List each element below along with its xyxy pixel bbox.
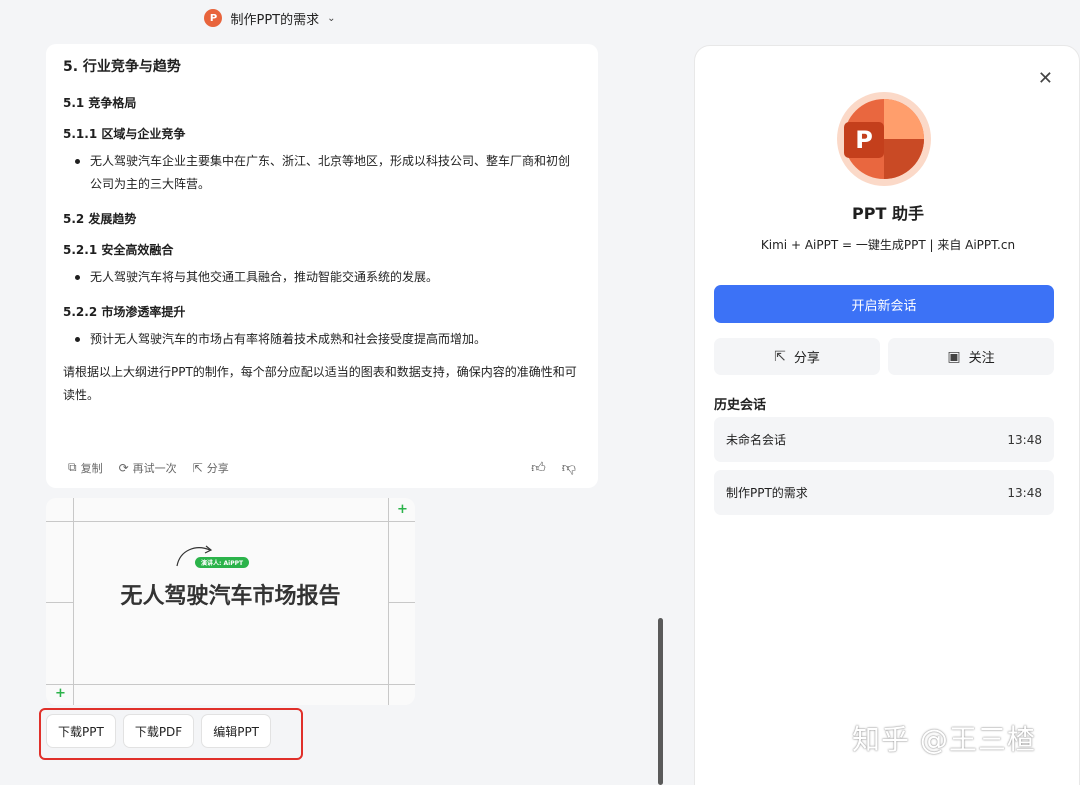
share-icon: ⇱ bbox=[192, 460, 203, 475]
history-label: 历史会话 bbox=[714, 398, 767, 413]
copy-button[interactable]: ⧉ 复制 bbox=[68, 460, 103, 476]
conversation-title: 制作PPT的需求 bbox=[230, 12, 320, 28]
thumbs-down-icon[interactable]: 👎︎ bbox=[562, 459, 576, 476]
plus-icon: + bbox=[55, 686, 66, 701]
bookmark-icon: ▣ bbox=[947, 348, 961, 365]
bullet-item: 无人驾驶汽车将与其他交通工具融合，推动智能交通系统的发展。 bbox=[63, 266, 581, 289]
scrollbar[interactable] bbox=[658, 618, 663, 785]
plus-icon: + bbox=[397, 502, 408, 517]
share-message-button[interactable]: ⇱ 分享 bbox=[193, 460, 229, 476]
history-item[interactable]: 制作PPT的需求 13:48 bbox=[714, 470, 1054, 515]
watermark: 知乎 @王三楂 bbox=[852, 723, 1036, 756]
section-heading: 5. 行业竞争与趋势 bbox=[63, 59, 181, 75]
history-item-title: 制作PPT的需求 bbox=[726, 486, 808, 500]
assistant-description: Kimi + AiPPT = 一键生成PPT | 来自 AiPPT.cn bbox=[760, 238, 1016, 252]
download-buttons: 下载PPT 下载PDF 编辑PPT bbox=[46, 714, 272, 748]
retry-button[interactable]: ⟳ 再试一次 bbox=[119, 460, 177, 476]
ppt-assistant-panel: ✕ P PPT 助手 Kimi + AiPPT = 一键生成PPT | 来自 A… bbox=[694, 45, 1080, 785]
presenter-tag: 演讲人: AiPPT bbox=[195, 557, 250, 568]
follow-button[interactable]: ▣ 关注 bbox=[888, 338, 1054, 375]
conversation-header: P 制作PPT的需求 ⌄ bbox=[0, 0, 680, 36]
history-item-time: 13:48 bbox=[1007, 432, 1042, 447]
history-item-time: 13:48 bbox=[1007, 485, 1042, 500]
closing-paragraph: 请根据以上大纲进行PPT的制作，每个部分应配以适当的图表和数据支持，确保内容的准… bbox=[63, 365, 577, 402]
download-pdf-button[interactable]: 下载PDF bbox=[122, 714, 195, 748]
slide-title: 无人驾驶汽车市场报告 bbox=[120, 584, 341, 609]
share-icon: ⇱ bbox=[774, 348, 786, 365]
slide-guide-line bbox=[46, 684, 415, 685]
subsection-heading: 5.2.1 安全高效融合 bbox=[63, 243, 174, 257]
powerpoint-icon: P bbox=[844, 122, 884, 158]
ppt-app-icon: P bbox=[204, 9, 223, 27]
ppt-slide-preview[interactable]: + + 演讲人: AiPPT 无人驾驶汽车市场报告 bbox=[46, 498, 415, 705]
share-assistant-button[interactable]: ⇱ 分享 bbox=[714, 338, 880, 375]
chevron-down-icon: ⌄ bbox=[327, 12, 336, 24]
subsection-heading: 5.1 竞争格局 bbox=[63, 96, 137, 110]
assistant-message: 5. 行业竞争与趋势 5.1 竞争格局 5.1.1 区域与企业竞争 无人驾驶汽车… bbox=[46, 44, 598, 488]
new-chat-button[interactable]: 开启新会话 bbox=[714, 285, 1054, 323]
refresh-icon: ⟳ bbox=[118, 460, 129, 475]
copy-icon: ⧉ bbox=[68, 460, 77, 474]
assistant-name: PPT 助手 bbox=[852, 204, 924, 223]
message-actions: ⧉ 复制 ⟳ 再试一次 ⇱ 分享 👍︎ 👎︎ bbox=[68, 459, 576, 476]
bullet-item: 无人驾驶汽车企业主要集中在广东、浙江、北京等地区，形成以科技公司、整车厂商和初创… bbox=[63, 150, 581, 196]
subsection-heading: 5.2 发展趋势 bbox=[63, 212, 137, 226]
bullet-item: 预计无人驾驶汽车的市场占有率将随着技术成熟和社会接受度提高而增加。 bbox=[63, 328, 581, 351]
thumbs-up-icon[interactable]: 👍︎ bbox=[531, 459, 546, 476]
history-item-title: 未命名会话 bbox=[726, 433, 787, 447]
conversation-title-dropdown[interactable]: P 制作PPT的需求 ⌄ bbox=[204, 9, 336, 28]
download-ppt-button[interactable]: 下载PPT bbox=[46, 714, 116, 748]
subsection-heading: 5.1.1 区域与企业竞争 bbox=[63, 127, 186, 141]
slide-guide-line bbox=[46, 521, 415, 522]
edit-ppt-button[interactable]: 编辑PPT bbox=[201, 714, 272, 748]
subsection-heading: 5.2.2 市场渗透率提升 bbox=[63, 305, 186, 319]
close-icon[interactable]: ✕ bbox=[1038, 68, 1053, 89]
history-item[interactable]: 未命名会话 13:48 bbox=[714, 417, 1054, 462]
